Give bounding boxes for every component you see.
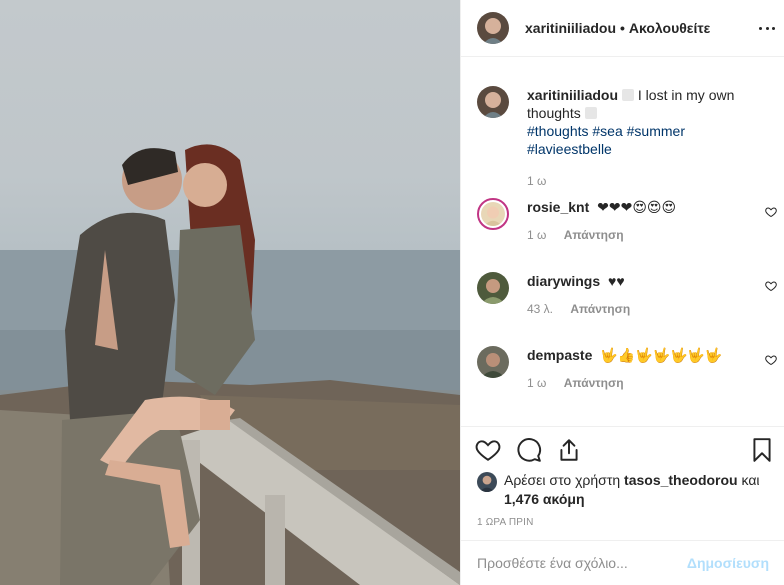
photo-scene [0,144,460,585]
caption-age[interactable]: 1 ω [527,174,546,188]
comments-list[interactable]: xaritiniiliadou I lost in my own thought… [461,58,784,426]
likes-conj: και [741,472,760,488]
hashtag[interactable]: #summer [627,123,685,139]
post-actions: Αρέσει στο χρήστη tasos_theodorou και 1,… [461,426,784,540]
bookmark-icon[interactable] [749,437,775,463]
commenter-username[interactable]: dempaste [527,347,592,363]
likes-count[interactable]: 1,476 ακόμη [504,491,585,507]
comment-like-heart-icon[interactable] [765,280,777,292]
hashtag[interactable]: #lavieestbelle [527,141,612,157]
comment-like-heart-icon[interactable] [765,206,777,218]
comment-age[interactable]: 1 ω [527,376,546,390]
reply-button[interactable]: Απάντηση [564,228,624,242]
post-header: xaritiniiliadou • Ακολουθείτε [461,0,784,57]
post-timestamp[interactable]: 1 ΩΡΑ ΠΡΙΝ [477,517,534,528]
more-options-icon[interactable] [759,20,775,36]
likes-summary[interactable]: Αρέσει στο χρήστη tasos_theodorou και 1,… [477,471,777,509]
post-side-panel: xaritiniiliadou • Ακολουθείτε xaritiniil… [460,0,784,585]
comment-text: ❤❤❤😍😍😍 [597,199,677,215]
comment-age[interactable]: 1 ω [527,228,546,242]
commenter-avatar[interactable] [477,346,509,378]
follow-state[interactable]: Ακολουθείτε [629,20,710,36]
comment-input[interactable] [477,555,687,571]
caption-avatar[interactable] [477,86,509,118]
commenter-avatar[interactable] [477,272,509,304]
likes-prefix: Αρέσει στο χρήστη [504,472,621,488]
heart-icon[interactable] [475,437,501,463]
share-icon[interactable] [556,437,582,463]
emoji-placeholder-icon [622,89,635,101]
comment-age[interactable]: 43 λ. [527,302,553,316]
comment-bubble-icon[interactable] [516,437,542,463]
post-comment-button[interactable]: Δημοσίευση [687,555,769,571]
comment-like-heart-icon[interactable] [765,354,777,366]
author-username[interactable]: xaritiniiliadou [525,20,616,36]
liker-username[interactable]: tasos_theodorou [624,472,738,488]
comment-text: 🤟👍🤟🤟🤟🤟🤟 [600,347,723,363]
liker-avatar[interactable] [477,472,497,492]
add-comment-bar: Δημοσίευση [461,540,784,585]
commenter-username[interactable]: rosie_knt [527,199,589,215]
hashtag[interactable]: #sea [592,123,622,139]
commenter-username[interactable]: diarywings [527,273,600,289]
commenter-avatar[interactable] [477,198,509,230]
reply-button[interactable]: Απάντηση [564,376,624,390]
comment-text: ♥♥ [608,273,625,289]
hashtag[interactable]: #thoughts [527,123,589,139]
emoji-placeholder-icon [584,107,597,119]
man-figure [65,212,175,420]
post-photo[interactable] [0,0,460,585]
author-avatar[interactable] [477,12,509,44]
caption-username[interactable]: xaritiniiliadou [527,87,618,103]
header-separator: • [620,20,625,36]
reply-button[interactable]: Απάντηση [570,302,630,316]
